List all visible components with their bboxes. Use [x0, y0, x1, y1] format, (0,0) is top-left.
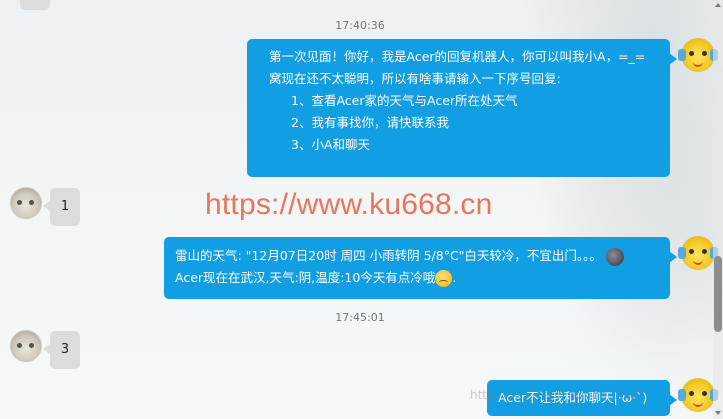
- timestamp: 17:45:01: [335, 311, 385, 324]
- menu-option-1: 1、查看Acer家的天气与Acer所在处天气: [291, 93, 518, 108]
- weather-line: 雷山的天气: "12月07日20时 周四 小雨转阴 5/8°C"白天较冷，不宜出…: [175, 245, 670, 267]
- dark-moon-emoji-icon: [605, 247, 624, 266]
- watermark-text: https://www.ku668.cn: [205, 188, 493, 221]
- user-avatar-icon[interactable]: [10, 187, 42, 219]
- bot-avatar-icon[interactable]: [678, 38, 718, 72]
- bot-message-bubble[interactable]: 第一次见面！你好，我是Acer的回复机器人，你可以叫我小A，=_= 窝现在还不太…: [247, 39, 677, 177]
- message-text: 第一次见面！你好，我是Acer的回复机器人，你可以叫我小A，=_=: [269, 49, 646, 64]
- user-message-bubble[interactable]: 3: [43, 331, 80, 369]
- location-line: Acer现在在武汉,天气:阴,温度:10今天有点冷哦.: [175, 267, 670, 289]
- message-text: 雷山的天气: "12月07日20时 周四 小雨转阴 5/8°C"白天较冷，不宜出…: [175, 248, 602, 263]
- headphone-icon: [678, 389, 686, 401]
- menu-option-2: 2、我有事找你，请快联系我: [291, 115, 449, 130]
- previous-message-bubble: [20, 0, 50, 10]
- scroll-up-arrow-icon[interactable]: [715, 3, 721, 7]
- user-message-bubble[interactable]: 1: [43, 188, 80, 226]
- headphone-icon: [678, 247, 686, 259]
- message-text: .: [452, 270, 457, 285]
- user-avatar-icon[interactable]: [10, 330, 42, 362]
- timestamp: 17:40:36: [335, 19, 385, 32]
- vertical-scrollbar[interactable]: [713, 0, 723, 419]
- headphone-icon: [678, 49, 686, 61]
- message-text: Acer现在在武汉,天气:阴,温度:10今天有点冷哦: [175, 270, 436, 285]
- bot-avatar-icon[interactable]: [678, 236, 718, 270]
- scrollbar-thumb[interactable]: [714, 256, 722, 332]
- menu-option-3: 3、小A和聊天: [291, 137, 371, 152]
- message-text: 窝现在还不太聪明，所以有啥事请输入一下序号回复:: [269, 71, 561, 86]
- faint-watermark: http://blog.csdn.net/qq_2107...: [470, 388, 656, 402]
- sad-face-emoji-icon: [435, 270, 453, 287]
- scroll-down-arrow-icon[interactable]: [715, 411, 721, 415]
- bot-avatar-icon[interactable]: [678, 378, 718, 412]
- bot-message-bubble[interactable]: 雷山的天气: "12月07日20时 周四 小雨转阴 5/8°C"白天较冷，不宜出…: [164, 237, 677, 299]
